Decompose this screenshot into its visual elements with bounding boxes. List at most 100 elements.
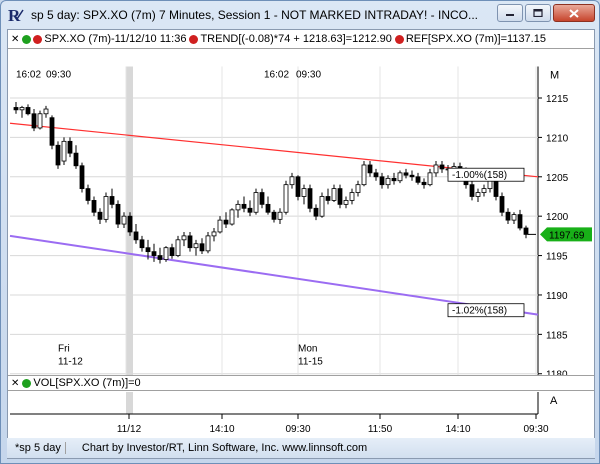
app-window: R sp 5 day: SPX.XO (7m) 7 Minutes, Sessi…	[0, 0, 600, 464]
marker-m-label: M	[550, 70, 559, 82]
day-label: Fri	[58, 344, 70, 355]
candle-body	[193, 243, 199, 249]
status-credit: Chart by Investor/RT, Linn Software, Inc…	[81, 442, 368, 454]
legend-close-icon[interactable]: ✕	[11, 34, 19, 45]
candle-body	[499, 196, 505, 213]
candle-body	[211, 231, 217, 237]
chart-window: ✕ SPX.XO (7m)-11/12/10 11:36 TREND[(-0.0…	[7, 29, 595, 459]
investor-rt-logo-icon: R	[8, 6, 24, 24]
x-tick-label: 11/12	[117, 424, 142, 435]
candle-body	[397, 172, 403, 182]
candle-body	[307, 188, 313, 209]
ref-dot-icon	[394, 34, 404, 44]
candle-body	[241, 203, 247, 209]
y-tick-label: 1200	[546, 212, 569, 223]
candle-body	[337, 188, 343, 205]
candle-body	[19, 107, 25, 111]
candle-body	[259, 192, 265, 205]
candle-body	[79, 165, 85, 190]
top-time-label: 16:02	[264, 70, 289, 81]
y-tick-label: 1195	[546, 252, 568, 263]
upper-pct-label: -1.00%(158)	[452, 170, 507, 181]
candle-body	[31, 113, 37, 129]
candle-body	[163, 247, 169, 260]
candle-body	[427, 172, 433, 186]
candle-body	[517, 214, 523, 229]
legend-ref[interactable]: REF[SPX.XO (7m)]=1137.15	[406, 33, 546, 45]
candle-body	[379, 176, 385, 186]
candle-body	[97, 211, 103, 220]
candle-body	[277, 211, 283, 220]
candle-body	[109, 196, 115, 205]
candle-body	[391, 177, 397, 182]
candle-body	[187, 235, 193, 249]
x-tick-label: 09:30	[285, 424, 310, 435]
x-tick-label: 14:10	[209, 424, 234, 435]
candle-body	[13, 107, 19, 111]
price-chart[interactable]: 1215121012051200119511901185118016:0209:…	[8, 50, 594, 404]
candle-body	[439, 164, 445, 170]
candle-body	[235, 203, 241, 211]
candle-body	[367, 164, 373, 174]
candle-body	[85, 188, 91, 201]
title-bar[interactable]: R sp 5 day: SPX.XO (7m) 7 Minutes, Sessi…	[1, 1, 599, 29]
y-tick-label: 1210	[546, 133, 569, 144]
minimize-button[interactable]	[497, 4, 523, 22]
candle-body	[157, 255, 163, 260]
candle-body	[67, 140, 73, 154]
x-tick-label: 11:50	[368, 424, 393, 435]
candle-body	[313, 207, 319, 217]
vol-legend[interactable]: VOL[SPX.XO (7m)]=0	[33, 377, 140, 389]
candle-body	[301, 188, 307, 197]
chart-tab[interactable]: *sp 5 day	[11, 442, 66, 454]
legend-trend[interactable]: TREND[(-0.08)*74 + 1218.63]=1212.90	[200, 33, 391, 45]
candle-body	[271, 211, 277, 220]
legend-green-dot-icon	[22, 34, 32, 44]
maximize-button[interactable]	[525, 4, 551, 22]
legend-symbol[interactable]: SPX.XO (7m)-11/12/10 11:36	[44, 33, 186, 45]
y-tick-label: 1205	[546, 173, 569, 184]
marker-a-label: A	[550, 395, 558, 407]
plot-background	[10, 66, 538, 390]
day-label: Mon	[298, 344, 317, 355]
candle-body	[121, 215, 127, 225]
candle-body	[217, 219, 223, 233]
candle-body	[127, 215, 133, 233]
top-time-label: 16:02	[16, 70, 41, 81]
candle-body	[481, 188, 487, 193]
candle-body	[43, 108, 49, 115]
close-button[interactable]	[553, 4, 595, 22]
candle-body	[373, 172, 379, 178]
candle-body	[55, 144, 61, 166]
candle-body	[433, 164, 439, 174]
top-time-label: 09:30	[46, 70, 71, 81]
volume-legend-bar: ✕ VOL[SPX.XO (7m)]=0	[8, 375, 594, 391]
candle-body	[37, 113, 43, 129]
candle-body	[505, 211, 511, 221]
candle-body	[151, 251, 157, 256]
candle-body	[229, 209, 235, 225]
candle-body	[139, 239, 145, 249]
candle-body	[169, 247, 175, 256]
candle-body	[349, 192, 355, 201]
vol-green-dot-icon	[22, 378, 32, 388]
candle-body	[289, 176, 295, 186]
candle-body	[265, 203, 271, 213]
candle-body	[409, 174, 415, 178]
vol-close-icon[interactable]: ✕	[11, 378, 19, 389]
candle-body	[493, 180, 499, 197]
candle-body	[331, 188, 337, 201]
candle-body	[283, 184, 289, 213]
candle-body	[223, 219, 229, 225]
maximize-icon	[533, 9, 543, 17]
close-icon	[569, 8, 579, 18]
date-label: 11-15	[298, 357, 323, 368]
candle-body	[403, 172, 409, 176]
x-tick-label: 09:30	[523, 424, 548, 435]
candle-body	[175, 239, 181, 256]
candle-body	[133, 231, 139, 241]
candle-body	[355, 184, 361, 193]
x-tick-label: 14:10	[445, 424, 470, 435]
candle-body	[523, 227, 529, 235]
candle-body	[247, 207, 253, 213]
